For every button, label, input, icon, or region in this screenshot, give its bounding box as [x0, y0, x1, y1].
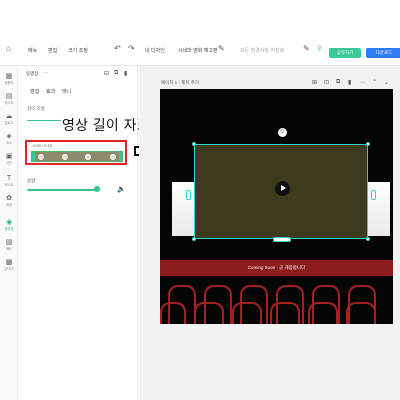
pattern-icon: ▧ — [5, 239, 13, 246]
text-t-icon: T — [6, 175, 12, 182]
resize-handle[interactable] — [192, 237, 196, 241]
rail-item-text[interactable]: ▤ 텍스트 — [0, 92, 18, 105]
pencil-icon[interactable]: ✎ — [303, 45, 310, 53]
breadcrumb[interactable]: 내 디자인 — [145, 47, 165, 54]
share-link-icon[interactable]: ⇪ — [316, 45, 323, 53]
rename-pencil-icon[interactable]: ✎ — [218, 45, 225, 53]
rail-item-template[interactable]: ▦ 템플릿 — [0, 72, 18, 85]
save-status: 모든 변경사항 저장됨 — [240, 48, 285, 54]
trim-timeline[interactable] — [31, 151, 123, 162]
rail-label: 패턴 — [6, 247, 12, 251]
seat — [160, 302, 186, 324]
volume-slider-track[interactable] — [27, 189, 97, 191]
page-title[interactable]: 페이지 1 - 제목 추가 — [161, 80, 199, 86]
trim-end-handle[interactable] — [119, 152, 122, 161]
qr-icon: ▩ — [5, 259, 13, 266]
trim-duration: 0:00 / 0:15 — [33, 143, 52, 148]
resize-handle-bottom[interactable] — [273, 237, 291, 242]
seat — [194, 302, 224, 324]
resize-handle[interactable] — [192, 142, 196, 146]
rail-label: 템플릿 — [4, 81, 14, 85]
rail-item-video[interactable]: ◉ 동영상 — [0, 218, 18, 231]
page-copy-icon[interactable]: ⧉ — [336, 79, 340, 86]
speaker-icon[interactable]: 🔈 — [117, 185, 126, 193]
redo-icon[interactable]: ↷ — [128, 45, 135, 53]
menu-edit[interactable]: 편집 — [48, 47, 57, 54]
video-element[interactable] — [186, 142, 376, 242]
page-delete-icon[interactable]: ▮ — [348, 79, 351, 86]
theater-banner: Coming Soon · 곧 개봉합니다 — [160, 260, 393, 276]
rail-label: 텍스트 — [4, 101, 14, 105]
rail-label: 사진 — [6, 161, 12, 165]
page-animate-icon[interactable]: ⊞ — [312, 79, 317, 86]
rail-item-upload[interactable]: ☁ 업로드 — [0, 112, 18, 125]
tab-effect[interactable]: 효과 — [46, 88, 55, 95]
seat — [346, 302, 376, 324]
rotate-handle-icon[interactable]: ☺ — [278, 128, 287, 137]
rail-label: QR코드 — [3, 267, 15, 271]
tab-edit[interactable]: 편집 — [30, 88, 39, 95]
frame-thumb — [110, 154, 116, 160]
volume-slider-knob[interactable] — [94, 186, 100, 192]
banner-text: Coming Soon · 곧 개봉합니다 — [247, 265, 306, 270]
share-button[interactable]: 공유하기 — [329, 48, 361, 58]
rail-item-qr[interactable]: ▩ QR코드 — [0, 258, 18, 271]
top-toolbar: ⌂ 메뉴 편집 크기 조정 ↶ ↷ 내 디자인 시네마 영화 예고편 ✎ 모든 … — [0, 38, 400, 66]
menu-file[interactable]: 메뉴 — [28, 47, 37, 54]
frame-thumb — [38, 154, 44, 160]
rail-item-element[interactable]: ◈ 요소 — [0, 132, 18, 145]
rail-item-background[interactable]: ✿ 배경 — [0, 194, 18, 207]
background-icon: ✿ — [6, 195, 12, 202]
photo-icon: ▣ — [5, 153, 13, 160]
play-icon[interactable] — [275, 181, 290, 196]
trim-section-title: 길이 조절 — [27, 106, 45, 111]
chevron-up-icon[interactable]: ⌃ — [372, 79, 377, 86]
page-more-icon[interactable]: ⋯ — [360, 79, 366, 86]
volume-label: 음량 — [27, 178, 36, 183]
trash-icon[interactable]: ▮ — [124, 70, 127, 77]
element-icon: ◈ — [6, 133, 12, 140]
home-icon[interactable]: ⌂ — [6, 45, 11, 53]
resize-handle-right[interactable] — [371, 190, 376, 200]
resize-handle[interactable] — [366, 142, 370, 146]
resize-handle-left[interactable] — [186, 190, 191, 200]
rail-item-pattern[interactable]: ▧ 패턴 — [0, 238, 18, 251]
rail-label: 업로드 — [4, 121, 14, 125]
text-icon: ▤ — [5, 93, 13, 100]
tab-animation[interactable]: 애니 — [62, 88, 71, 95]
frame-thumb — [62, 154, 68, 160]
panel-title: 동영상 — [26, 71, 39, 76]
template-icon: ▦ — [5, 73, 13, 80]
rail-label: 텍스트 — [4, 183, 14, 187]
chevron-down-icon[interactable]: ⌄ — [384, 79, 389, 86]
upload-icon: ☁ — [5, 113, 13, 120]
rail-item-text-2[interactable]: T 텍스트 — [0, 174, 18, 187]
rail-label: 동영상 — [4, 227, 14, 231]
left-icon-rail: ▦ 템플릿 ▤ 텍스트 ☁ 업로드 ◈ 요소 ▣ 사진 T 텍스트 ✿ 배경 ◉ 동영상 ▧ 패턴… — [0, 66, 18, 400]
undo-icon[interactable]: ↶ — [114, 45, 121, 53]
copy-icon[interactable]: ⧉ — [114, 70, 118, 77]
resize-handle[interactable] — [366, 237, 370, 241]
rail-label: 배경 — [6, 203, 12, 207]
seat — [270, 302, 300, 324]
document-title[interactable]: 시네마 영화 예고편 — [178, 47, 218, 54]
design-page[interactable]: ☺ Coming Soon · 곧 개봉합니다 — [160, 89, 393, 324]
more-icon[interactable]: ··· — [43, 70, 48, 76]
section-divider — [27, 120, 61, 121]
download-button[interactable]: 다운로드 — [366, 48, 400, 58]
page-note-icon[interactable]: ⊡ — [324, 79, 329, 86]
seat — [232, 302, 262, 324]
rail-label: 요소 — [6, 141, 12, 145]
trim-control-highlight: 0:00 / 0:15 — [25, 140, 127, 165]
rail-item-photo[interactable]: ▣ 사진 — [0, 152, 18, 165]
video-play-icon: ◉ — [5, 219, 13, 226]
frame-thumb — [85, 154, 91, 160]
trim-start-handle[interactable] — [32, 152, 35, 161]
lock-icon[interactable]: ⊟ — [104, 70, 109, 77]
menu-resize[interactable]: 크기 조정 — [68, 47, 88, 54]
seat — [308, 302, 338, 324]
